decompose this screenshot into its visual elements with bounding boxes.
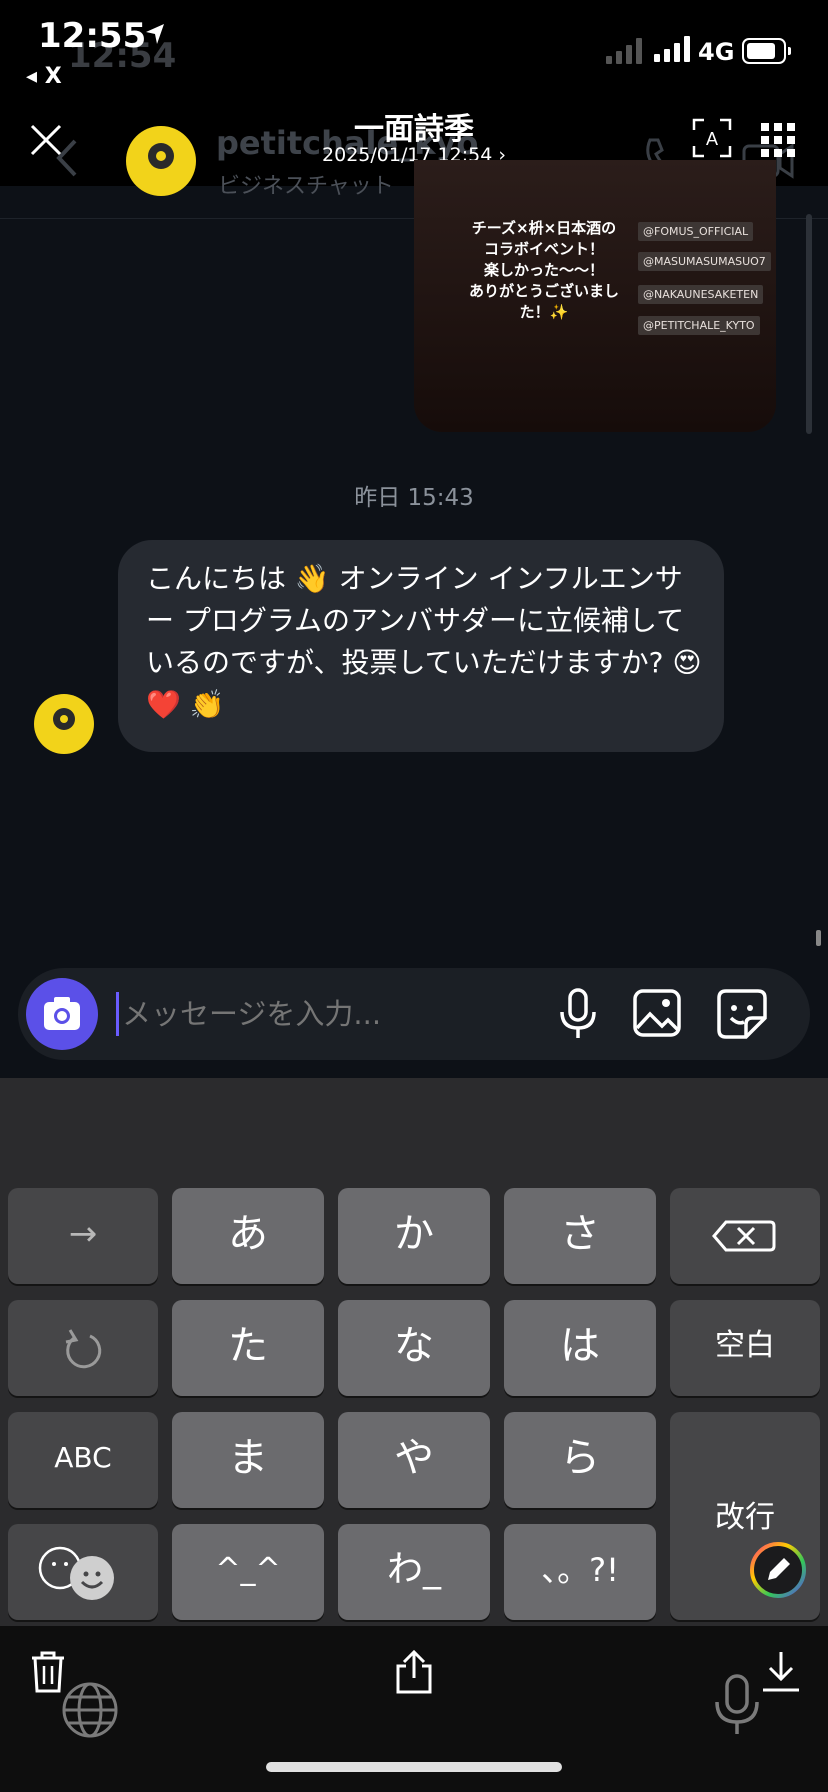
key-ya[interactable]: や: [338, 1412, 490, 1508]
key-abc[interactable]: ABC: [8, 1412, 158, 1508]
globe-icon[interactable]: [60, 1680, 120, 1740]
markup-pen-icon[interactable]: [748, 1540, 808, 1600]
image-gallery-icon[interactable]: [632, 988, 682, 1038]
shared-story-card[interactable]: チーズ×枡×日本酒の コラボイベント！ 楽しかった〜〜！ ありがとうございまし …: [414, 160, 776, 432]
story-caption: チーズ×枡×日本酒の コラボイベント！ 楽しかった〜〜！ ありがとうございまし …: [468, 219, 619, 321]
grid-menu-icon[interactable]: [760, 122, 796, 158]
text-scan-icon[interactable]: A: [692, 118, 732, 158]
story-tag: @NAKAUNESAKETEN: [638, 285, 764, 304]
key-ta[interactable]: た: [172, 1300, 324, 1396]
key-space[interactable]: 空白: [670, 1300, 820, 1396]
key-backspace[interactable]: [670, 1188, 820, 1284]
received-message-bubble[interactable]: こんにちは 👋 オンライン インフルエンサー プログラムのアンバサダーに立候補し…: [118, 540, 724, 752]
camera-icon: [44, 997, 80, 1030]
scrollbar-indicator: [816, 930, 821, 946]
text-caret: [116, 992, 119, 1036]
backspace-icon: [712, 1220, 776, 1252]
sticker-icon[interactable]: [716, 988, 768, 1040]
key-na[interactable]: な: [338, 1300, 490, 1396]
story-tag: @MASUMASUMASUO7: [638, 252, 771, 271]
location-arrow-icon: [146, 24, 164, 44]
key-ka[interactable]: か: [338, 1188, 490, 1284]
back-to-app-link[interactable]: ◂ X: [26, 64, 62, 89]
story-tag: @PETITCHALE_KYTO: [638, 316, 760, 335]
svg-text:A: A: [706, 129, 718, 149]
key-punctuation[interactable]: 、。?!: [504, 1524, 656, 1620]
key-ma[interactable]: ま: [172, 1412, 324, 1508]
key-wa[interactable]: わ_: [338, 1524, 490, 1620]
microphone-icon[interactable]: [556, 988, 600, 1040]
message-input[interactable]: [122, 992, 542, 1036]
camera-button[interactable]: [26, 978, 98, 1050]
key-ra[interactable]: ら: [504, 1412, 656, 1508]
network-type: 4G: [698, 38, 735, 66]
clock: 12:55: [38, 16, 147, 56]
sender-avatar[interactable]: [34, 694, 94, 754]
key-a[interactable]: あ: [172, 1188, 324, 1284]
ghost-signal-icon: [606, 38, 642, 64]
story-tag: @FOMUS_OFFICIAL: [638, 222, 754, 241]
dictation-mic-icon[interactable]: [712, 1672, 762, 1736]
emoji-icon: [38, 1546, 114, 1600]
share-icon[interactable]: [392, 1650, 436, 1694]
key-undo[interactable]: [8, 1300, 158, 1396]
key-emoji[interactable]: [8, 1524, 158, 1620]
chat-contact-subtitle: ビジネスチャット: [218, 174, 394, 199]
scrollbar[interactable]: [806, 214, 812, 434]
key-sa[interactable]: さ: [504, 1188, 656, 1284]
signal-icon: [654, 36, 690, 62]
key-arrow-right[interactable]: →: [8, 1188, 158, 1284]
undo-icon: [65, 1329, 102, 1369]
key-kaomoji[interactable]: ^_^: [172, 1524, 324, 1620]
home-indicator[interactable]: [266, 1762, 562, 1772]
battery-icon: [742, 38, 791, 64]
download-icon[interactable]: [760, 1650, 802, 1694]
message-text: こんにちは 👋 オンライン インフルエンサー プログラムのアンバサダーに立候補し…: [146, 562, 702, 721]
message-timestamp: 昨日 15:43: [354, 485, 474, 511]
key-ha[interactable]: は: [504, 1300, 656, 1396]
